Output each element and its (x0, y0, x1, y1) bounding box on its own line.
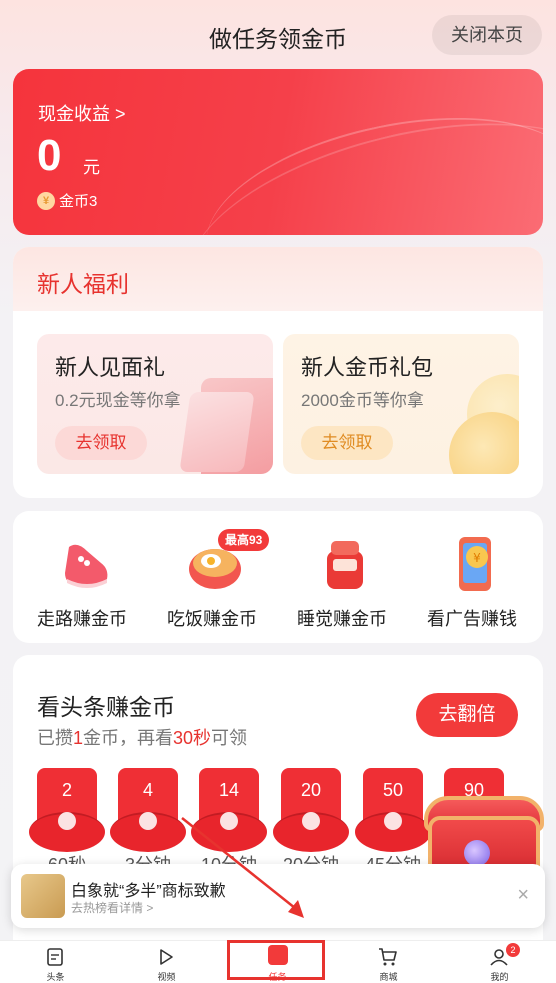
red-packet[interactable]: 14 (191, 768, 267, 852)
tab-label: 视频 (157, 972, 176, 982)
packet-seal (139, 812, 157, 830)
cash-amount: 0 (37, 131, 62, 180)
cash-earnings-link[interactable]: 现金收益 > (38, 100, 126, 126)
sleep-earn-item[interactable]: 睡觉赚金币 (277, 511, 407, 643)
tab-profile[interactable]: 2 我的 (444, 941, 555, 983)
earn-label: 走路赚金币 (37, 609, 127, 629)
double-reward-button[interactable]: 去翻倍 (416, 693, 518, 737)
news-icon (47, 948, 63, 966)
coin-icon: ¥ (37, 191, 55, 210)
header: 做任务领金币 关闭本页 (0, 0, 556, 68)
coin-count: 金币3 (59, 193, 98, 210)
tab-video[interactable]: 视频 (111, 941, 222, 983)
red-packet[interactable]: 2 (29, 768, 105, 852)
close-page-button[interactable]: 关闭本页 (432, 15, 542, 55)
walk-earn-item[interactable]: 走路赚金币 (17, 511, 147, 643)
play-icon (160, 949, 173, 965)
red-packet[interactable]: 20 (273, 768, 349, 852)
newbie-coin-pack-card[interactable]: 新人金币礼包 2000金币等你拿 去领取 (283, 334, 519, 474)
earn-label: 睡觉赚金币 (297, 609, 387, 629)
section-title: 新人福利 (37, 271, 129, 297)
earn-label: 看广告赚钱 (427, 609, 517, 629)
newbie-gift-card[interactable]: 新人见面礼 0.2元现金等你拿 去领取 (37, 334, 273, 474)
ad-earn-item[interactable]: ¥ 看广告赚钱 (407, 511, 537, 643)
packet-seal (58, 812, 76, 830)
tab-label: 头条 (46, 972, 65, 982)
earn-label: 吃饭赚金币 (167, 609, 257, 629)
news-thumbnail (21, 874, 65, 918)
gem-icon (464, 840, 490, 866)
red-envelope-icon (179, 392, 255, 472)
packet-seal (302, 812, 320, 830)
tab-label: 商城 (379, 972, 398, 982)
progress-text: 已攒1金币，再看30秒可领 (37, 724, 247, 750)
progress-suffix: 可领 (211, 728, 248, 748)
sneaker-icon (65, 544, 108, 588)
cash-unit: 元 (83, 158, 100, 177)
packet-value: 20 (300, 780, 322, 800)
tab-label: 我的 (490, 972, 509, 982)
newbie-welfare-section: 新人福利 新人见面礼 0.2元现金等你拿 去领取 新人金币礼包 2000金币等你… (13, 247, 543, 498)
claim-button[interactable]: 去领取 (55, 426, 147, 460)
packet-value: 4 (142, 780, 153, 800)
packet-value: 50 (382, 780, 404, 800)
coins-saved: 1 (73, 728, 84, 748)
card-decoration (189, 87, 543, 235)
gift-title: 新人金币礼包 (301, 355, 434, 380)
gift-subtitle: 2000金币等你拿 (301, 391, 424, 410)
gold-coin-icon (449, 412, 519, 474)
coin-balance: ¥ 金币3 (37, 190, 97, 211)
cart-icon (379, 948, 397, 966)
max-reward-badge: 最高93 (218, 529, 270, 551)
close-icon[interactable]: × (517, 884, 529, 907)
progress-mid: 金币，再看 (83, 728, 174, 748)
red-packet[interactable]: 4 (110, 768, 186, 852)
notification-badge: 2 (506, 943, 520, 957)
earn-tasks-row: 走路赚金币 吃饭赚金币 最高93 睡觉赚金币 ¥ 看广告赚钱 (13, 511, 543, 643)
progress-prefix: 已攒 (37, 728, 73, 748)
red-packet[interactable]: 50 (355, 768, 431, 852)
claim-button[interactable]: 去领取 (301, 426, 393, 460)
news-notification[interactable]: 白象就“多半”商标致歉 去热榜看详情 > × (11, 864, 545, 928)
section-title: 看头条赚金币 (37, 694, 175, 720)
alarm-clock-icon (327, 541, 363, 589)
phone-coin-icon: ¥ (459, 537, 491, 591)
remaining-time: 30秒 (173, 728, 212, 748)
svg-text:¥: ¥ (473, 551, 481, 565)
tab-news[interactable]: 头条 (0, 941, 111, 983)
packet-seal (220, 812, 238, 830)
tab-mall[interactable]: 商城 (333, 941, 444, 983)
packet-seal (384, 812, 402, 830)
annotation-highlight-box (227, 940, 325, 980)
notification-title: 白象就“多半”商标致歉 (71, 883, 226, 900)
gift-title: 新人见面礼 (55, 355, 166, 380)
cash-earnings-card[interactable]: 现金收益 > 0 元 ¥ 金币3 (13, 69, 543, 235)
notification-subtitle[interactable]: 去热榜看详情 > (71, 899, 153, 916)
packet-value: 2 (61, 780, 72, 800)
packet-value: 14 (218, 780, 240, 800)
gift-subtitle: 0.2元现金等你拿 (55, 391, 181, 410)
